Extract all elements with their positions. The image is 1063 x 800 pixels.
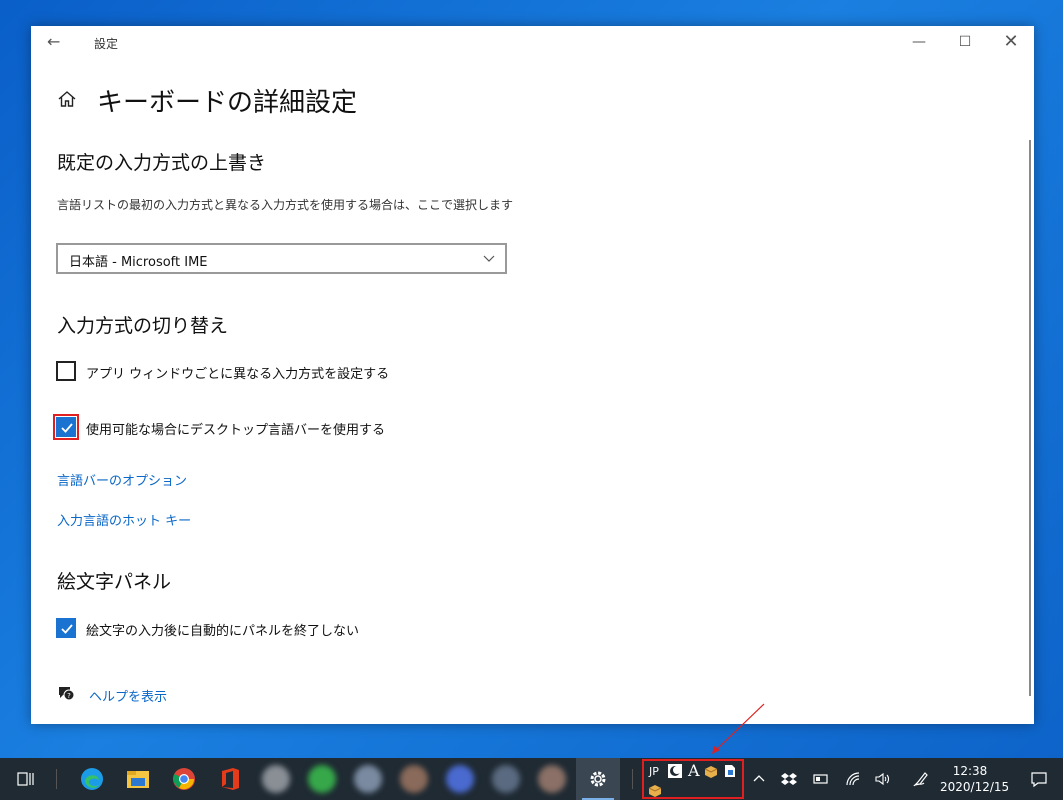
clock-date: 2020/12/15	[940, 780, 1010, 794]
home-icon[interactable]	[57, 89, 77, 109]
checkmark-icon	[61, 624, 73, 634]
notification-icon[interactable]	[1030, 770, 1048, 788]
clock-time: 12:38	[952, 764, 988, 778]
package-icon[interactable]	[704, 764, 718, 778]
taskbar-app-1[interactable]	[254, 758, 298, 800]
task-view-icon	[17, 772, 34, 786]
taskbar-app-5[interactable]	[438, 758, 482, 800]
office-button[interactable]	[208, 758, 252, 800]
chrome-button[interactable]	[162, 758, 206, 800]
desktop-langbar-label: 使用可能な場合にデスクトップ言語バーを使用する	[86, 423, 386, 438]
scrollbar[interactable]	[1029, 140, 1031, 696]
language-indicator[interactable]: JP	[649, 765, 659, 778]
battery-icon[interactable]	[812, 770, 830, 788]
help-icon: ?	[59, 687, 75, 701]
document-icon[interactable]	[724, 764, 736, 778]
checkmark-icon	[61, 423, 73, 433]
annotation-arrow-icon	[712, 703, 765, 754]
settings-window: ← 設定 — ☐ ✕ キーボードの詳細設定 既定の入力方式の上書き 言語リストの…	[31, 26, 1034, 724]
langbar-options-link[interactable]: 言語バーのオプション	[57, 470, 187, 489]
chevron-up-icon[interactable]	[750, 770, 768, 788]
taskbar-app-4[interactable]	[392, 758, 436, 800]
taskbar-app-3[interactable]	[346, 758, 390, 800]
taskbar-app-2[interactable]	[300, 758, 344, 800]
app-title: 設定	[94, 37, 119, 51]
maximize-button[interactable]: ☐	[942, 26, 988, 58]
chrome-icon	[173, 768, 195, 790]
emoji-section-title: 絵文字パネル	[57, 571, 172, 593]
back-arrow-icon[interactable]: ←	[47, 32, 60, 51]
dropbox-icon[interactable]	[780, 770, 798, 788]
override-section-title: 既定の入力方式の上書き	[57, 152, 267, 174]
taskbar-app-6[interactable]	[484, 758, 528, 800]
wifi-icon[interactable]	[844, 770, 862, 788]
taskbar-separator	[56, 769, 57, 789]
taskbar: JP A 12:38 2020/12/15	[0, 758, 1063, 800]
edge-button[interactable]	[70, 758, 114, 800]
chevron-down-icon	[483, 255, 495, 262]
hotkeys-link[interactable]: 入力言語のホット キー	[57, 510, 191, 529]
per-app-label: アプリ ウィンドウごとに異なる入力方式を設定する	[86, 367, 390, 382]
taskbar-separator	[632, 769, 633, 789]
help-link[interactable]: ヘルプを表示	[89, 686, 167, 705]
clock[interactable]: 12:38 2020/12/15	[940, 763, 1010, 795]
package-icon[interactable]	[648, 783, 662, 797]
task-view-button[interactable]	[4, 758, 48, 800]
edge-icon	[81, 768, 103, 790]
override-description: 言語リストの最初の入力方式と異なる入力方式を使用する場合は、ここで選択します	[57, 198, 514, 212]
office-icon	[222, 768, 239, 790]
explorer-icon	[127, 771, 149, 788]
minimize-button[interactable]: —	[896, 26, 942, 58]
desktop-langbar-checkbox[interactable]	[53, 414, 79, 440]
per-app-checkbox[interactable]	[56, 361, 76, 381]
volume-icon[interactable]	[874, 770, 892, 788]
close-button[interactable]: ✕	[988, 26, 1034, 58]
taskbar-app-7[interactable]	[530, 758, 574, 800]
emoji-keep-open-label: 絵文字の入力後に自動的にパネルを終了しない	[86, 624, 360, 639]
explorer-button[interactable]	[116, 758, 160, 800]
moon-icon[interactable]	[668, 764, 682, 778]
input-method-select[interactable]: 日本語 - Microsoft IME	[56, 243, 507, 274]
select-value: 日本語 - Microsoft IME	[69, 255, 208, 270]
emoji-keep-open-checkbox[interactable]	[56, 618, 76, 638]
pen-icon[interactable]	[912, 770, 930, 788]
settings-taskbar-button[interactable]	[576, 758, 620, 800]
gear-icon	[590, 771, 606, 787]
svg-text:?: ?	[67, 692, 71, 700]
language-bar-tray[interactable]: JP A	[642, 759, 744, 799]
switching-section-title: 入力方式の切り替え	[57, 315, 229, 337]
input-mode-indicator[interactable]: A	[688, 761, 700, 780]
title-bar: ← 設定 — ☐ ✕	[31, 26, 1034, 58]
page-title: キーボードの詳細設定	[97, 88, 358, 118]
